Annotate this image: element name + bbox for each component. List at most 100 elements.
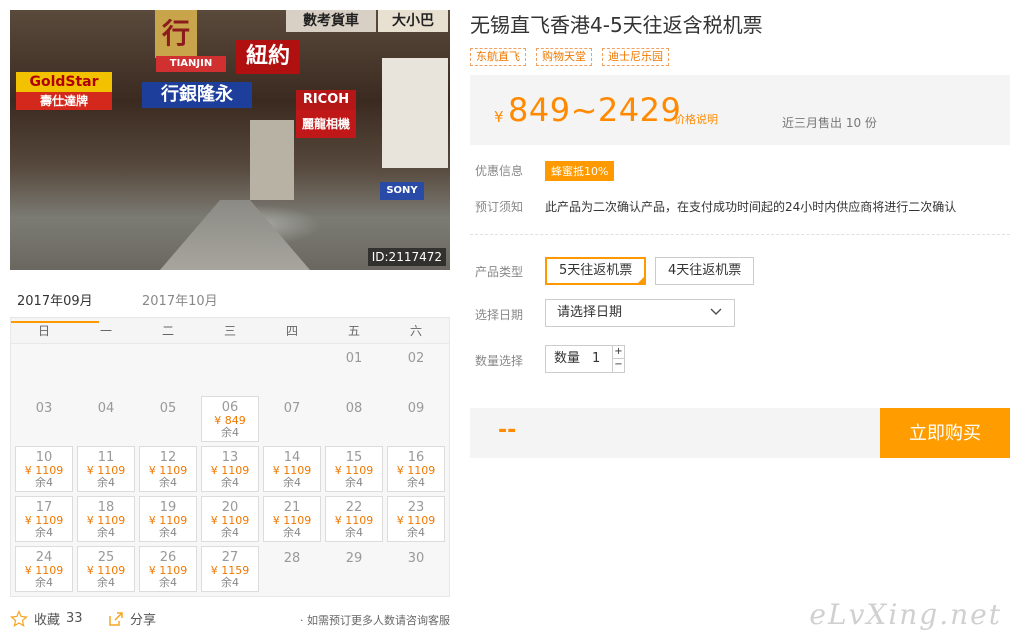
- calendar-day[interactable]: 06 ¥ 849 余4: [201, 396, 259, 442]
- favorite-button[interactable]: 收藏 33: [10, 609, 83, 628]
- photo-sign-deco: [250, 120, 294, 200]
- day-number: 17: [35, 500, 53, 515]
- calendar-day[interactable]: 14 ¥ 1109 余4: [263, 446, 321, 492]
- price-explain-link[interactable]: 价格说明: [674, 111, 718, 127]
- day-number: 28: [283, 551, 301, 566]
- qty-plus-button[interactable]: +: [612, 346, 624, 359]
- quantity-stepper: 数量 1 + −: [545, 345, 625, 373]
- watermark: eLvXing.net: [809, 598, 1002, 631]
- share-icon: [109, 611, 123, 626]
- product-photo: 行 數考貨車 大小巴 GoldStar 壽仕達牌 行銀隆永 紐約 RICOH 麗…: [10, 10, 450, 270]
- day-remaining: 余4: [35, 576, 53, 589]
- day-remaining: 余4: [221, 476, 239, 489]
- qty-value[interactable]: 1: [592, 346, 600, 372]
- photo-sign: 行銀隆永: [142, 82, 252, 108]
- day-remaining: 余4: [345, 526, 363, 539]
- photo-sign: 紐約: [236, 40, 300, 74]
- day-number: 13: [221, 450, 239, 465]
- day-remaining: 余4: [97, 576, 115, 589]
- day-number: 16: [407, 450, 425, 465]
- calendar-day[interactable]: 23 ¥ 1109 余4: [387, 496, 445, 542]
- calendar-day[interactable]: 15 ¥ 1109 余4: [325, 446, 383, 492]
- day-number: 01: [345, 351, 363, 366]
- day-number: 14: [283, 450, 301, 465]
- right-column: 无锡直飞香港4-5天往返含税机票 东航直飞 购物天堂 迪士尼乐园 ¥ 849~2…: [470, 10, 1010, 458]
- total-price: --: [498, 418, 517, 443]
- calendar-day: 30: [387, 546, 445, 592]
- calendar-day[interactable]: 18 ¥ 1109 余4: [77, 496, 135, 542]
- photo-id-label: ID:2117472: [367, 248, 446, 266]
- promo-label: 优惠信息: [475, 164, 524, 178]
- calendar-day[interactable]: 17 ¥ 1109 余4: [15, 496, 73, 542]
- qty-minus-button[interactable]: −: [612, 359, 624, 372]
- day-remaining: 余4: [345, 476, 363, 489]
- weekday: 五: [347, 324, 360, 338]
- date-select[interactable]: 请选择日期: [545, 299, 735, 327]
- calendar-empty: [263, 346, 321, 392]
- photo-sign: 大小巴: [378, 10, 448, 32]
- day-remaining: 余4: [97, 526, 115, 539]
- share-button[interactable]: 分享: [108, 609, 156, 628]
- calendar-day[interactable]: 19 ¥ 1109 余4: [139, 496, 197, 542]
- day-remaining: 余4: [407, 526, 425, 539]
- day-number: 26: [159, 550, 177, 565]
- calendar-day[interactable]: 12 ¥ 1109 余4: [139, 446, 197, 492]
- calendar-day: 29: [325, 546, 383, 592]
- type-option-5day[interactable]: 5天往返机票: [545, 257, 647, 285]
- day-remaining: 余4: [283, 476, 301, 489]
- day-remaining: 余4: [221, 526, 239, 539]
- calendar-day[interactable]: 11 ¥ 1109 余4: [77, 446, 135, 492]
- day-number: 07: [283, 401, 301, 416]
- calendar-day[interactable]: 27 ¥ 1159 余4: [201, 546, 259, 592]
- product-tags: 东航直飞 购物天堂 迪士尼乐园: [470, 48, 1010, 66]
- day-number: 23: [407, 500, 425, 515]
- calendar-day[interactable]: 26 ¥ 1109 余4: [139, 546, 197, 592]
- favorite-label: 收藏: [34, 613, 61, 628]
- tab-month-sep[interactable]: 2017年09月: [11, 290, 99, 323]
- calendar-day[interactable]: 10 ¥ 1109 余4: [15, 446, 73, 492]
- calendar-day[interactable]: 16 ¥ 1109 余4: [387, 446, 445, 492]
- day-number: 02: [407, 351, 425, 366]
- weekday: 四: [285, 324, 298, 338]
- buy-now-button[interactable]: 立即购买: [880, 408, 1010, 458]
- sold-count: 近三月售出 10 份: [782, 116, 877, 130]
- calendar-empty: [15, 346, 73, 392]
- calendar-day[interactable]: 25 ¥ 1109 余4: [77, 546, 135, 592]
- calendar-day[interactable]: 20 ¥ 1109 余4: [201, 496, 259, 542]
- price-currency: ¥: [494, 108, 504, 126]
- qty-prefix: 数量: [554, 351, 581, 366]
- star-icon: [10, 609, 28, 627]
- selected-corner-icon: [636, 275, 647, 285]
- day-number: 27: [221, 550, 239, 565]
- qty-label: 数量选择: [475, 354, 524, 368]
- weekday: 日: [37, 324, 50, 338]
- calendar-day: 02: [387, 346, 445, 392]
- weekday: 三: [223, 324, 236, 338]
- day-number: 30: [407, 551, 425, 566]
- day-number: 25: [97, 550, 115, 565]
- day-number: 10: [35, 450, 53, 465]
- calendar-day: 01: [325, 346, 383, 392]
- type-option-label: 4天往返机票: [668, 263, 742, 278]
- share-label: 分享: [130, 613, 157, 628]
- day-number: 15: [345, 450, 363, 465]
- calendar-days: 01 02 03 04 05 06 ¥ 849 余4 07 08 09 10 ¥ 1109 余4 11 ¥ 1…: [11, 344, 449, 596]
- day-remaining: 余4: [159, 526, 177, 539]
- photo-sign: 行: [155, 10, 197, 58]
- photo-sign: GoldStar: [16, 72, 112, 92]
- calendar-day[interactable]: 21 ¥ 1109 余4: [263, 496, 321, 542]
- contact-note: · 如需预订更多人数请咨询客服: [300, 614, 450, 627]
- tab-month-oct[interactable]: 2017年10月: [142, 290, 218, 309]
- calendar-day[interactable]: 22 ¥ 1109 余4: [325, 496, 383, 542]
- photo-sign: TIANJIN: [156, 56, 226, 72]
- day-number: 04: [97, 401, 115, 416]
- day-remaining: 余4: [221, 576, 239, 589]
- calendar-day[interactable]: 13 ¥ 1109 余4: [201, 446, 259, 492]
- calendar-day[interactable]: 24 ¥ 1109 余4: [15, 546, 73, 592]
- calendar-day: 08: [325, 396, 383, 442]
- day-number: 22: [345, 500, 363, 515]
- type-option-4day[interactable]: 4天往返机票: [655, 257, 755, 285]
- day-remaining: 余4: [97, 476, 115, 489]
- day-number: 03: [35, 401, 53, 416]
- product-tag: 东航直飞: [470, 48, 526, 66]
